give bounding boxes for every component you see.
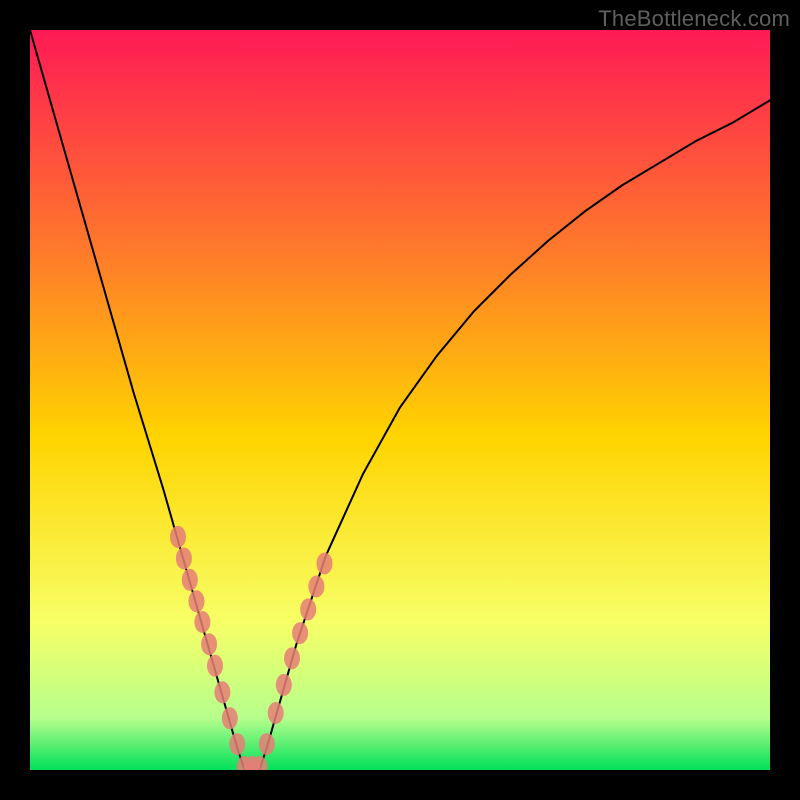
bottleneck-plot [30, 30, 770, 770]
marker-point [300, 598, 316, 620]
marker-point [207, 655, 223, 677]
marker-point [189, 590, 205, 612]
marker-point [214, 681, 230, 703]
marker-point [276, 674, 292, 696]
marker-point [317, 553, 333, 575]
marker-point [194, 611, 210, 633]
chart-frame: TheBottleneck.com [0, 0, 800, 800]
marker-point [229, 733, 245, 755]
marker-point [268, 702, 284, 724]
marker-point [222, 707, 238, 729]
marker-point [284, 647, 300, 669]
watermark-text: TheBottleneck.com [598, 6, 790, 32]
plot-background [30, 30, 770, 770]
marker-point [308, 576, 324, 598]
marker-point [201, 633, 217, 655]
marker-point [182, 569, 198, 591]
marker-point [170, 526, 186, 548]
marker-point [176, 547, 192, 569]
marker-point [259, 733, 275, 755]
marker-point [292, 622, 308, 644]
